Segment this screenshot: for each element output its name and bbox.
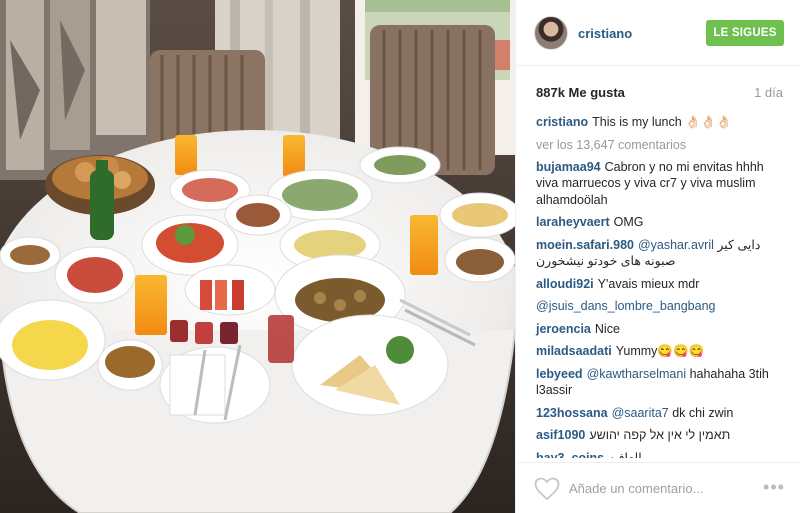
- comment-item: 123hossana @saarita7 dk chi zwin: [536, 405, 785, 422]
- comment-text: بالعافيه: [608, 450, 646, 459]
- comment-text: Yummy😋😋😋: [615, 344, 705, 358]
- view-all-comments-link[interactable]: ver los 13,647 comentarios: [536, 137, 785, 153]
- comment-items: bujamaa94 Cabron y no mi envitas hhhh viv…: [536, 159, 785, 459]
- add-comment-input[interactable]: [569, 477, 749, 499]
- comment-mention[interactable]: @yashar.avril: [638, 238, 714, 252]
- comment-bar: •••: [516, 462, 800, 513]
- comment-item: @jsuis_dans_lombre_bangbang: [536, 298, 785, 315]
- post-meta: 887k Me gusta 1 día: [516, 66, 800, 118]
- comment-username[interactable]: asif1090: [536, 428, 585, 442]
- caption-text: This is my lunch 👌🏻👌🏻👌🏻: [592, 115, 732, 129]
- comment-username[interactable]: alloudi92i: [536, 277, 594, 291]
- comment-item: laraheyvaert OMG: [536, 214, 785, 231]
- comment-mention[interactable]: @saarita7: [612, 406, 669, 420]
- comment-item: lebyeed @kawtharselmani hahahaha 3tih l3a…: [536, 366, 785, 399]
- post-caption: cristiano This is my lunch 👌🏻👌🏻👌🏻: [536, 114, 785, 131]
- comment-item: alloudi92i Y'avais mieux mdr: [536, 276, 785, 293]
- comment-item: asif1090 תאמין לי אין אל קפה יהושע: [536, 427, 785, 444]
- comment-text: Y'avais mieux mdr: [597, 276, 700, 291]
- comment-username[interactable]: miladsaadati: [536, 344, 612, 358]
- avatar[interactable]: [534, 16, 568, 50]
- comment-text: dk chi zwin: [672, 405, 734, 420]
- comment-mention[interactable]: @kawtharselmani: [587, 367, 687, 381]
- comment-text: תאמין לי אין אל קפה יהושע: [589, 428, 731, 442]
- lunch-table-image: [0, 0, 515, 513]
- post-header: cristiano LE SIGUES: [516, 0, 800, 66]
- comment-text: OMG: [613, 215, 644, 229]
- heart-icon[interactable]: [534, 477, 560, 501]
- post-sidebar: cristiano LE SIGUES 887k Me gusta 1 día …: [515, 0, 800, 513]
- comment-username[interactable]: bujamaa94: [536, 160, 601, 174]
- post-age[interactable]: 1 día: [754, 85, 783, 100]
- caption-username[interactable]: cristiano: [536, 115, 588, 129]
- comment-username[interactable]: bay3_coins: [536, 451, 604, 459]
- more-options-icon[interactable]: •••: [762, 477, 786, 497]
- likes-count[interactable]: 887k Me gusta: [536, 85, 625, 100]
- comment-username[interactable]: laraheyvaert: [536, 215, 610, 229]
- comment-item: bujamaa94 Cabron y no mi envitas hhhh viv…: [536, 159, 785, 209]
- comment-item: bay3_coins بالعافيه: [536, 450, 785, 459]
- comment-item: jeroencia Nice: [536, 321, 785, 338]
- comment-item: miladsaadati Yummy😋😋😋: [536, 343, 785, 360]
- post-author-username[interactable]: cristiano: [578, 26, 632, 41]
- comments-list[interactable]: cristiano This is my lunch 👌🏻👌🏻👌🏻 ver los…: [516, 114, 800, 458]
- post-photo[interactable]: [0, 0, 515, 513]
- comment-item: moein.safari.980 @yashar.avril دایی کیر ص…: [536, 237, 785, 270]
- comment-username[interactable]: 123hossana: [536, 406, 608, 420]
- comment-mention[interactable]: @jsuis_dans_lombre_bangbang: [536, 299, 715, 313]
- comment-text: Nice: [594, 321, 620, 336]
- comment-username[interactable]: moein.safari.980: [536, 238, 634, 252]
- comment-username[interactable]: jeroencia: [536, 322, 591, 336]
- comment-username[interactable]: lebyeed: [536, 367, 583, 381]
- following-button[interactable]: LE SIGUES: [706, 20, 784, 46]
